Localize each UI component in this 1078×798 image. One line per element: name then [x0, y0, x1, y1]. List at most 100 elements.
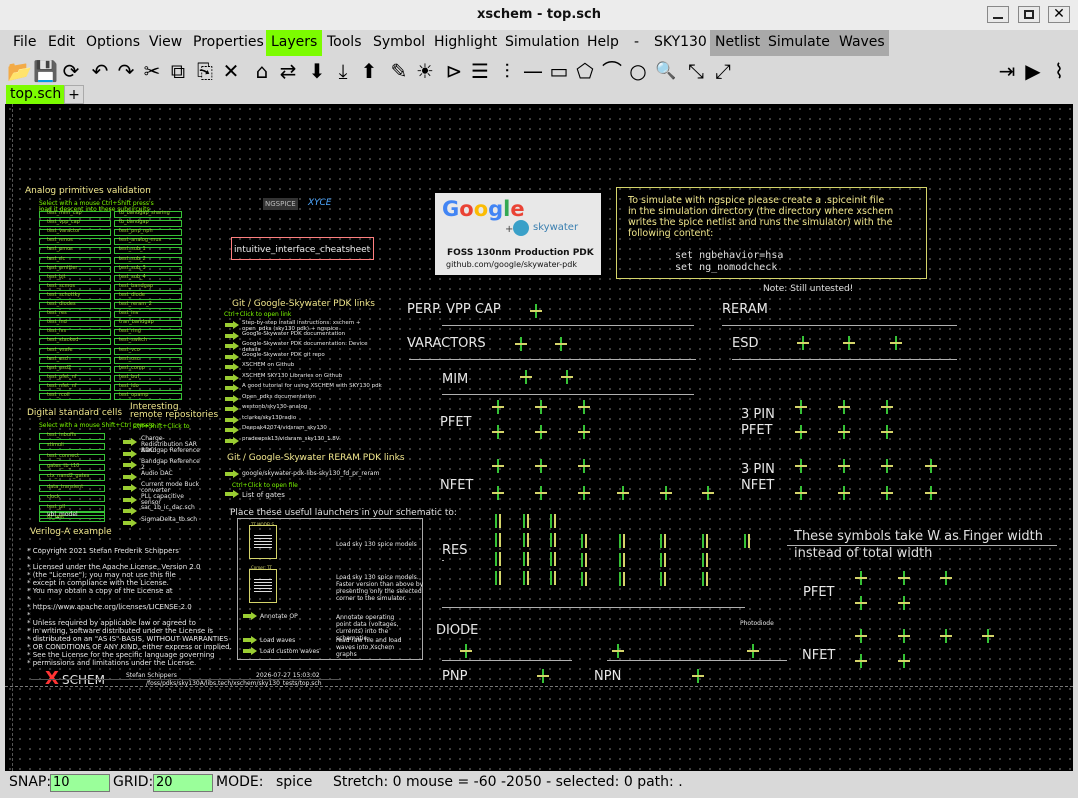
device-symbol[interactable] [520, 370, 534, 384]
resistor-symbol[interactable] [523, 514, 529, 528]
waves-icon[interactable]: ⌇ [1047, 59, 1071, 83]
resistor-symbol[interactable] [523, 552, 529, 566]
add-tab-button[interactable]: + [64, 85, 84, 104]
resistor-symbol[interactable] [660, 572, 666, 586]
open-icon[interactable]: 📂 [7, 59, 32, 83]
menu-edit[interactable]: Edit [43, 30, 80, 56]
rect-icon[interactable]: ▭ [547, 59, 571, 83]
git-link[interactable]: XSCHEM on Github [242, 362, 382, 368]
resistor-symbol[interactable] [619, 572, 625, 586]
git-link[interactable]: Open_pdks documentation [242, 394, 382, 400]
git-link-arrow[interactable] [225, 394, 239, 403]
menu-waves[interactable]: Waves [834, 30, 889, 56]
resistor-symbol[interactable] [702, 572, 708, 586]
resistor-symbol[interactable] [744, 534, 750, 548]
resistor-symbol[interactable] [523, 533, 529, 547]
corner-launcher[interactable] [249, 569, 277, 603]
remote-link-arrow[interactable] [123, 461, 137, 469]
remote-link-arrow[interactable] [123, 507, 137, 515]
resistor-symbol[interactable] [619, 553, 625, 567]
menu-sky130[interactable]: SKY130 [649, 30, 712, 56]
device-symbol[interactable] [898, 629, 912, 643]
resistor-symbol[interactable] [581, 534, 587, 548]
device-symbol[interactable] [838, 400, 852, 414]
git-link-arrow[interactable] [225, 331, 239, 340]
arc-icon[interactable]: ⌒ [600, 59, 624, 83]
device-symbol[interactable] [898, 654, 912, 668]
menu-highlight[interactable]: Highlight [429, 30, 502, 56]
device-symbol[interactable] [843, 336, 857, 350]
remote-link-arrow[interactable] [123, 495, 137, 504]
device-symbol[interactable] [612, 644, 626, 658]
minimize-button[interactable] [987, 6, 1009, 23]
device-symbol[interactable] [492, 400, 506, 414]
git-link-arrow[interactable] [225, 342, 239, 350]
menu-options[interactable]: Options [81, 30, 145, 56]
remote-link-arrow[interactable] [123, 484, 137, 492]
tt-models-launcher[interactable] [249, 525, 277, 559]
git-link[interactable]: A good tutorial for using XSCHEM with SK… [242, 383, 382, 389]
device-symbol[interactable] [537, 669, 551, 683]
git-link-arrow[interactable] [225, 363, 239, 371]
resistor-symbol[interactable] [550, 514, 556, 528]
git-link-arrow[interactable] [225, 426, 239, 434]
menu-view[interactable]: View [144, 30, 187, 56]
remote-link[interactable]: Bandgap Reference [141, 447, 201, 454]
git-link[interactable]: XSCHEM SKY130 Libraries on Github [242, 373, 382, 379]
git-link-arrow[interactable] [225, 405, 239, 413]
device-symbol[interactable] [795, 459, 809, 473]
remote-link[interactable]: SigmaDelta_tb.sch [141, 516, 201, 523]
reram-link[interactable]: google/skywater-pdk-libs-sky130_fd_pr_re… [242, 470, 379, 477]
load-waves-arrow[interactable] [243, 636, 257, 644]
snap-input[interactable]: 10 [50, 774, 110, 792]
remote-link-arrow[interactable] [123, 472, 137, 481]
load-waves-label[interactable]: Load waves [260, 637, 295, 644]
menu-properties[interactable]: Properties [188, 30, 269, 56]
polygon-icon[interactable]: ⬠ [573, 59, 597, 83]
menu-tools[interactable]: Tools [322, 30, 367, 56]
resistor-symbol[interactable] [702, 534, 708, 548]
resistor-symbol[interactable] [660, 534, 666, 548]
menu-symbol[interactable]: Symbol [368, 30, 430, 56]
device-symbol[interactable] [881, 459, 895, 473]
device-symbol[interactable] [617, 486, 631, 500]
device-symbol[interactable] [561, 370, 575, 384]
annotate-op-arrow[interactable] [243, 612, 257, 620]
resistor-symbol[interactable] [495, 514, 501, 528]
device-symbol[interactable] [492, 425, 506, 439]
load-custom-waves-arrow[interactable] [243, 647, 257, 655]
remote-link-arrow[interactable] [123, 438, 137, 446]
reram-link-arrow[interactable] [225, 470, 239, 478]
load-custom-waves-label[interactable]: Load custom waves [260, 648, 319, 655]
copy-icon[interactable]: ⧉ [166, 59, 190, 83]
resistor-symbol[interactable] [581, 553, 587, 567]
device-symbol[interactable] [535, 425, 549, 439]
device-symbol[interactable] [855, 571, 869, 585]
delete-icon[interactable]: ✕ [219, 59, 243, 83]
device-symbol[interactable] [660, 486, 674, 500]
device-symbol[interactable] [692, 669, 706, 683]
device-symbol[interactable] [898, 571, 912, 585]
device-symbol[interactable] [578, 425, 592, 439]
git-link-arrow[interactable] [225, 352, 239, 361]
zoom-icon[interactable]: 🔍 [654, 59, 678, 83]
remote-link[interactable]: Audio DAC [141, 470, 201, 477]
gates-link-arrow[interactable] [225, 490, 239, 498]
menu-simulation[interactable]: Simulation [500, 30, 585, 56]
git-link[interactable]: westonb/sky130-analog [242, 404, 382, 410]
paste-icon[interactable]: ⎘ [193, 59, 217, 83]
line-icon[interactable]: — [521, 59, 545, 83]
simulate-icon[interactable]: ▶ [1021, 59, 1045, 83]
menu-file[interactable]: File [8, 30, 41, 56]
device-symbol[interactable] [881, 486, 895, 500]
git-link[interactable]: Google-Skywater PDK documentation [242, 331, 382, 337]
device-symbol[interactable] [795, 400, 809, 414]
resistor-symbol[interactable] [495, 533, 501, 547]
device-symbol[interactable] [747, 644, 761, 658]
device-symbol[interactable] [855, 596, 869, 610]
cut-icon[interactable]: ✂ [140, 59, 164, 83]
git-link-arrow[interactable] [225, 321, 239, 329]
undo-icon[interactable]: ↶ [88, 59, 112, 83]
device-symbol[interactable] [855, 629, 869, 643]
git-link[interactable]: pradeepsk13/vidsram_sky130_1.8V [242, 436, 382, 442]
